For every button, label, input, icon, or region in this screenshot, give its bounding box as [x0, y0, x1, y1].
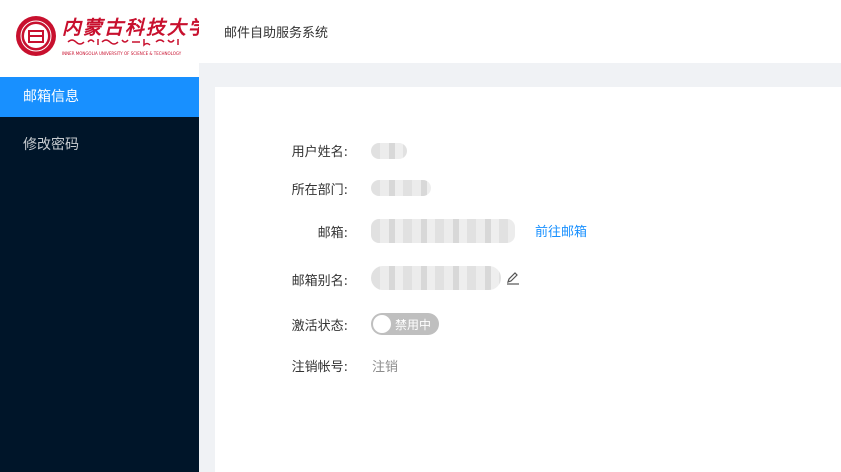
sidebar-item-change-password[interactable]: 修改密码 — [0, 125, 199, 165]
cancel-account-button[interactable]: 注销 — [372, 356, 398, 375]
logo-title-en: INNER MONGOLIA UNIVERSITY OF SCIENCE & T… — [62, 51, 182, 56]
email-value-redacted — [371, 219, 515, 243]
mongolian-script-icon — [67, 39, 179, 47]
switch-knob — [373, 315, 391, 333]
pencil-icon[interactable] — [506, 271, 520, 285]
sidebar-item-mailbox-info[interactable]: 邮箱信息 — [0, 77, 199, 117]
header: 邮件自助服务系统 — [199, 0, 841, 64]
go-to-mailbox-link[interactable]: 前往邮箱 — [535, 221, 587, 240]
username-value-redacted — [371, 143, 407, 159]
activation-status-switch[interactable]: 禁用中 — [371, 313, 439, 335]
cancel-account-label: 注销帐号: — [291, 360, 348, 375]
logo-title-cn: 内蒙古科技大学 — [62, 17, 210, 39]
alias-value-redacted — [371, 266, 501, 290]
department-value-redacted — [371, 180, 431, 196]
sidebar: 内蒙古科技大学 INNER MONGOLIA UNIVERSITY OF SCI… — [0, 0, 207, 472]
email-label: 邮箱: — [317, 226, 348, 241]
status-label: 激活状态: — [291, 319, 348, 334]
username-label: 用户姓名: — [291, 145, 348, 160]
department-label: 所在部门: — [291, 183, 348, 198]
switch-text: 禁用中 — [395, 318, 432, 332]
university-seal-icon — [16, 16, 56, 56]
logo: 内蒙古科技大学 INNER MONGOLIA UNIVERSITY OF SCI… — [0, 0, 207, 77]
alias-label: 邮箱别名: — [291, 274, 348, 289]
page-title: 邮件自助服务系统 — [224, 26, 329, 41]
